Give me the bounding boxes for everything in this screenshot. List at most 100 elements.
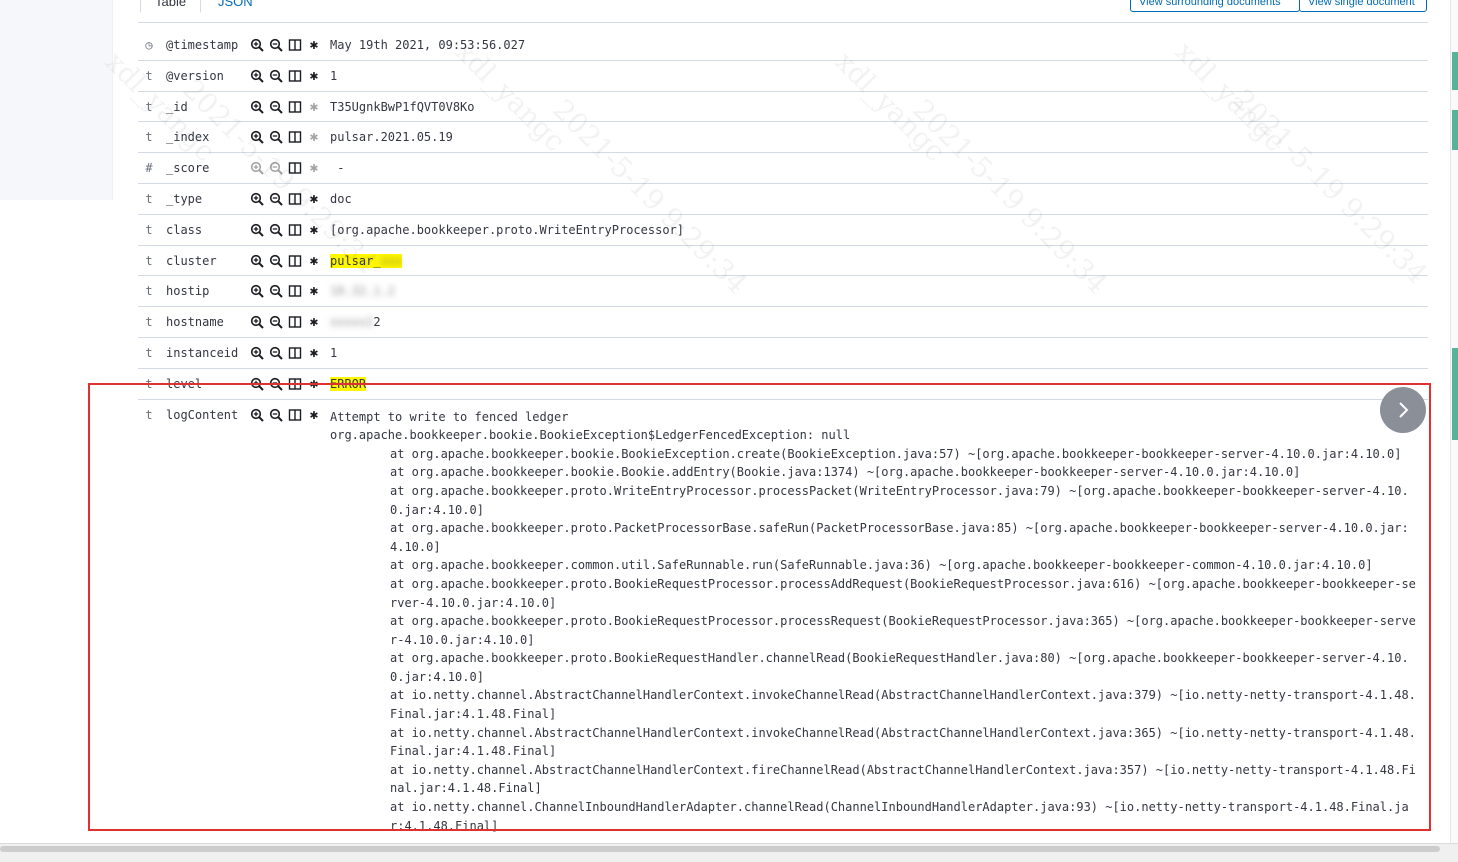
filter-exists-button[interactable]: ✱ <box>307 377 321 391</box>
field-actions: ✱ <box>250 69 322 83</box>
filter-exists-button[interactable]: ✱ <box>307 346 321 360</box>
field-row: t class ✱ [org.apache.bookkeeper.proto.Writ… <box>138 215 1428 246</box>
filter-out-value-button[interactable] <box>269 254 283 268</box>
magnify-minus-icon <box>269 254 283 268</box>
field-row: t _id ✱ T35UgnkBwP1fQVT0V8Ko <box>138 92 1428 123</box>
field-row: # _score ✱ - <box>138 153 1428 184</box>
filter-out-value-button[interactable] <box>269 284 283 299</box>
filter-exists-button[interactable]: ✱ <box>307 130 321 144</box>
magnify-minus-icon <box>269 69 283 83</box>
toggle-column-button[interactable] <box>288 192 302 206</box>
filter-exists-button[interactable]: ✱ <box>307 192 321 206</box>
toggle-column-button[interactable] <box>288 38 302 52</box>
magnify-minus-icon <box>269 346 283 360</box>
magnify-minus-icon <box>269 192 283 206</box>
toggle-column-button[interactable] <box>288 284 302 298</box>
field-actions: ✱ <box>250 38 322 52</box>
filter-out-value-button[interactable] <box>269 315 283 329</box>
right-edge-marker <box>1452 348 1458 440</box>
field-name: logContent <box>166 407 239 422</box>
log-content-value: Attempt to write to fenced ledger org.apa… <box>330 408 1420 836</box>
magnify-plus-icon <box>250 192 264 206</box>
filter-for-value-button[interactable] <box>250 223 264 237</box>
field-value: [org.apache.bookkeeper.proto.WriteEntryP… <box>330 222 685 237</box>
filter-for-value-button[interactable] <box>250 130 264 145</box>
filter-for-value-button[interactable] <box>250 377 264 391</box>
toggle-column-button[interactable] <box>288 254 302 268</box>
field-value: 1 <box>330 345 338 360</box>
log-line: at org.apache.bookkeeper.common.util.Saf… <box>390 558 1373 573</box>
log-line: at io.netty.channel.AbstractChannelHandl… <box>390 725 1416 759</box>
field-value: May 19th 2021, 09:53:56.027 <box>330 38 526 52</box>
left-panel <box>0 0 113 200</box>
toggle-column-button[interactable] <box>288 223 302 237</box>
toggle-column-button[interactable] <box>288 130 302 144</box>
filter-exists-button[interactable]: ✱ <box>307 223 321 237</box>
toggle-column-button[interactable] <box>288 315 302 329</box>
magnify-minus-icon <box>269 38 283 52</box>
visible-suffix: 2 <box>373 315 381 330</box>
filter-for-value-button[interactable] <box>250 284 264 299</box>
toggle-column-button[interactable] <box>288 377 302 391</box>
filter-out-value-button[interactable] <box>269 192 283 206</box>
tab-json[interactable]: JSON <box>204 0 267 12</box>
filter-for-value-button[interactable] <box>250 254 264 268</box>
filter-for-value-button[interactable] <box>250 346 264 360</box>
filter-exists-button[interactable]: ✱ <box>307 408 321 422</box>
filter-exists-button[interactable]: ✱ <box>307 100 321 114</box>
view-surrounding-documents-link[interactable]: View surrounding documents <box>1130 0 1300 12</box>
filter-out-value-button[interactable] <box>269 346 283 360</box>
field-type-string-icon: t <box>145 191 153 206</box>
magnify-plus-icon <box>250 408 264 422</box>
filter-exists-button[interactable]: ✱ <box>307 38 321 52</box>
magnify-minus-icon <box>269 223 283 237</box>
toggle-column-button[interactable] <box>288 346 302 360</box>
horizontal-scrollbar-thumb[interactable] <box>0 846 1440 852</box>
filter-for-value-button[interactable] <box>250 38 264 52</box>
filter-for-value-button[interactable] <box>250 192 264 206</box>
magnify-minus-icon <box>269 316 283 329</box>
filter-out-value-button[interactable] <box>269 377 283 391</box>
toggle-column-button[interactable] <box>288 69 302 83</box>
filter-exists-button[interactable]: ✱ <box>307 69 321 83</box>
filter-out-value-button[interactable] <box>269 130 283 145</box>
filter-for-value-button[interactable] <box>250 161 264 175</box>
filter-out-value-button[interactable] <box>269 223 283 237</box>
magnify-plus-icon <box>250 285 264 299</box>
view-single-document-link[interactable]: View single document <box>1299 0 1427 12</box>
filter-for-value-button[interactable] <box>250 315 264 329</box>
field-name: @timestamp <box>166 38 239 52</box>
doc-tabs: Table JSON View surrounding documents Vi… <box>138 0 1428 23</box>
filter-exists-button[interactable]: ✱ <box>307 161 321 175</box>
redacted-text: xxxxx2 <box>330 315 374 330</box>
filter-out-value-button[interactable] <box>269 408 283 422</box>
next-document-button[interactable] <box>1380 387 1426 433</box>
toggle-column-button[interactable] <box>288 408 302 422</box>
horizontal-scrollbar[interactable] <box>0 843 1458 862</box>
filter-exists-button[interactable]: ✱ <box>307 254 321 268</box>
filter-out-value-button[interactable] <box>269 100 283 114</box>
field-name: _id <box>166 99 188 114</box>
right-edge-marker <box>1452 52 1458 90</box>
filter-for-value-button[interactable] <box>250 408 264 422</box>
field-row: t level ✱ ERROR <box>138 369 1428 400</box>
log-line: at org.apache.bookkeeper.bookie.Bookie.a… <box>390 465 1301 480</box>
filter-for-value-button[interactable] <box>250 69 264 83</box>
magnify-minus-icon <box>269 131 283 145</box>
filter-out-value-button[interactable] <box>269 38 283 52</box>
field-row: t hostname ✱ xxxxx22 <box>138 307 1428 338</box>
column-toggle-icon <box>288 224 302 236</box>
filter-exists-button[interactable]: ✱ <box>307 284 321 298</box>
log-line: org.apache.bookkeeper.bookie.BookieExcep… <box>330 428 851 443</box>
filter-exists-button[interactable]: ✱ <box>307 315 321 329</box>
filter-out-value-button[interactable] <box>269 69 283 83</box>
toggle-column-button[interactable] <box>288 100 302 114</box>
toggle-column-button[interactable] <box>288 161 302 175</box>
magnify-plus-icon <box>250 377 264 391</box>
field-type-string-icon: t <box>145 315 153 330</box>
field-row: t instanceid ✱ 1 <box>138 338 1428 369</box>
filter-out-value-button[interactable] <box>269 161 283 175</box>
filter-for-value-button[interactable] <box>250 100 264 114</box>
field-name: _type <box>166 191 203 206</box>
tab-table[interactable]: Table <box>140 0 202 13</box>
